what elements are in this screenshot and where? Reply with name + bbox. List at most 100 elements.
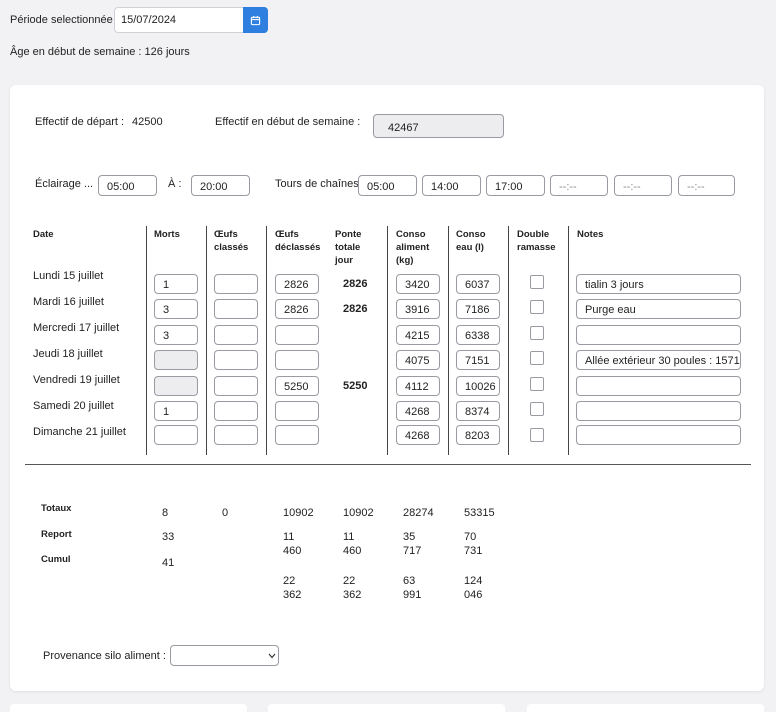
column-divider [448, 226, 449, 455]
eau-input[interactable]: 8374 [456, 401, 500, 421]
tour-time-3[interactable]: 17:00 [486, 175, 545, 196]
eclairage-to-input[interactable]: 20:00 [191, 175, 250, 196]
tour-time-4[interactable]: --:-- [550, 175, 608, 196]
ponte-value: 2826 [343, 278, 368, 290]
double-ramasse-checkbox[interactable] [530, 377, 544, 391]
notes-input[interactable] [576, 401, 741, 421]
next-card [10, 704, 247, 712]
eau-input[interactable]: 10026 [456, 376, 500, 396]
next-card [268, 704, 505, 712]
tours-label: Tours de chaînes [275, 178, 359, 190]
tour-time-2[interactable]: 14:00 [422, 175, 481, 196]
double-ramasse-checkbox[interactable] [530, 428, 544, 442]
row-date: Jeudi 18 juillet [33, 348, 103, 360]
oeufs-classes-input[interactable] [214, 325, 258, 345]
row-date: Lundi 15 juillet [33, 270, 104, 282]
report-morts: 33 [162, 531, 175, 543]
morts-input[interactable] [154, 425, 198, 445]
cumul-ponte: 22 362 [343, 575, 362, 601]
notes-input[interactable] [576, 376, 741, 396]
chevron-down-icon [268, 653, 276, 659]
morts-input[interactable] [154, 350, 198, 370]
cumul-aliment: 63 991 [403, 575, 422, 601]
column-divider [508, 226, 509, 455]
header-notes: Notes [577, 229, 604, 240]
eclairage-from-input[interactable]: 05:00 [98, 175, 157, 196]
cumul-eau: 124 046 [464, 575, 483, 601]
oeufs-declasses-input[interactable]: 2826 [275, 274, 319, 294]
aliment-input[interactable]: 3916 [396, 299, 440, 319]
row-date: Mercredi 17 juillet [33, 322, 120, 334]
provenance-label: Provenance silo aliment : [43, 650, 166, 662]
oeufs-declasses-input[interactable]: 5250 [275, 376, 319, 396]
morts-input[interactable]: 3 [154, 299, 198, 319]
cumul-label: Cumul [41, 554, 71, 565]
column-divider [146, 226, 147, 455]
notes-input[interactable]: tialin 3 jours [576, 274, 741, 294]
aliment-input[interactable]: 4075 [396, 350, 440, 370]
aliment-input[interactable]: 4112 [396, 376, 440, 396]
report-oeufs-declasses: 11 460 [283, 531, 302, 557]
double-ramasse-checkbox[interactable] [530, 300, 544, 314]
header-ponte: Ponte totale jour [335, 229, 362, 266]
morts-input[interactable]: 3 [154, 325, 198, 345]
eau-input[interactable]: 6338 [456, 325, 500, 345]
period-label: Période selectionnée : [10, 14, 119, 26]
morts-input[interactable] [154, 376, 198, 396]
oeufs-declasses-input[interactable] [275, 425, 319, 445]
oeufs-declasses-input[interactable] [275, 325, 319, 345]
oeufs-classes-input[interactable] [214, 401, 258, 421]
total-oeufs-classes: 0 [222, 507, 229, 519]
effectif-depart-value: 42500 [132, 116, 163, 128]
total-aliment: 28274 [403, 507, 434, 519]
aliment-input[interactable]: 4215 [396, 325, 440, 345]
header-oeufs-declasses: Œufs déclassés [275, 229, 321, 253]
oeufs-classes-input[interactable] [214, 299, 258, 319]
column-divider [387, 226, 388, 455]
notes-input[interactable] [576, 325, 741, 345]
row-date: Samedi 20 juillet [33, 400, 114, 412]
double-ramasse-checkbox[interactable] [530, 326, 544, 340]
oeufs-declasses-input[interactable] [275, 350, 319, 370]
oeufs-classes-input[interactable] [214, 274, 258, 294]
header-date: Date [33, 229, 54, 240]
provenance-select[interactable] [170, 645, 279, 666]
total-eau: 53315 [464, 507, 495, 519]
notes-input[interactable]: Purge eau [576, 299, 741, 319]
cumul-morts: 41 [162, 557, 175, 569]
double-ramasse-checkbox[interactable] [530, 275, 544, 289]
calendar-button[interactable] [243, 7, 268, 33]
column-divider [206, 226, 207, 455]
header-morts: Morts [154, 229, 180, 240]
report-ponte: 11 460 [343, 531, 362, 557]
eau-input[interactable]: 7151 [456, 350, 500, 370]
row-date: Vendredi 19 juillet [33, 374, 120, 386]
oeufs-declasses-input[interactable] [275, 401, 319, 421]
calendar-icon [250, 15, 261, 25]
tour-time-1[interactable]: 05:00 [358, 175, 417, 196]
double-ramasse-checkbox[interactable] [530, 402, 544, 416]
report-label: Report [41, 529, 72, 540]
notes-input[interactable] [576, 425, 741, 445]
morts-input[interactable]: 1 [154, 401, 198, 421]
aliment-input[interactable]: 4268 [396, 425, 440, 445]
eclairage-label: Éclairage ... [35, 178, 94, 190]
eau-input[interactable]: 7186 [456, 299, 500, 319]
eau-input[interactable]: 8203 [456, 425, 500, 445]
double-ramasse-checkbox[interactable] [530, 351, 544, 365]
morts-input[interactable]: 1 [154, 274, 198, 294]
oeufs-declasses-input[interactable]: 2826 [275, 299, 319, 319]
aliment-input[interactable]: 3420 [396, 274, 440, 294]
eau-input[interactable]: 6037 [456, 274, 500, 294]
tour-time-6[interactable]: --:-- [678, 175, 735, 196]
column-divider [568, 226, 569, 455]
oeufs-classes-input[interactable] [214, 425, 258, 445]
notes-input[interactable]: Allée extérieur 30 poules : 1571 gr [576, 350, 741, 370]
oeufs-classes-input[interactable] [214, 350, 258, 370]
aliment-input[interactable]: 4268 [396, 401, 440, 421]
oeufs-classes-input[interactable] [214, 376, 258, 396]
effectif-depart-label: Effectif de départ : [35, 116, 125, 128]
header-double-ramasse: Double ramasse [517, 229, 556, 253]
effectif-semaine-field: 42467 [373, 114, 504, 138]
tour-time-5[interactable]: --:-- [614, 175, 672, 196]
